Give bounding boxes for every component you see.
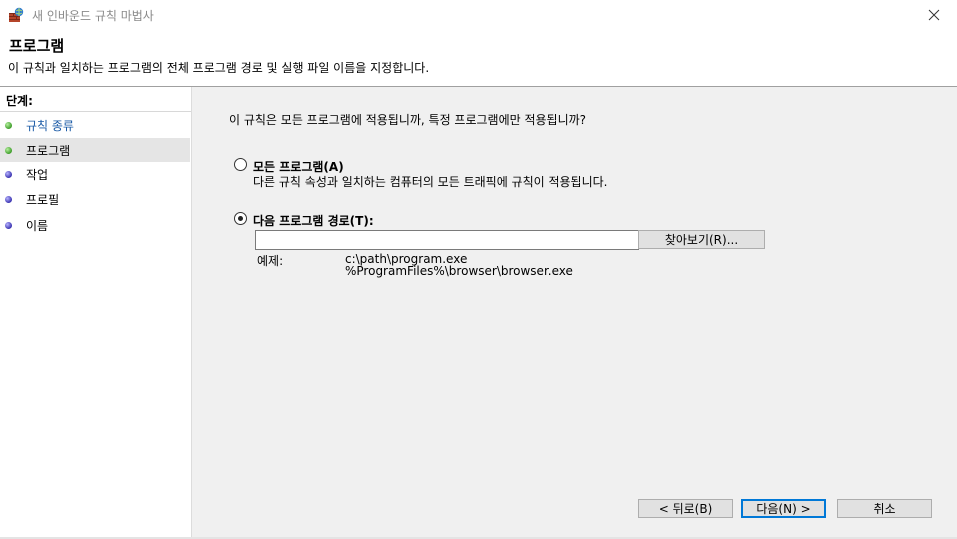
wizard-header: 프로그램 이 규칙과 일치하는 프로그램의 전체 프로그램 경로 및 실행 파일… xyxy=(0,30,957,86)
step-pending-icon xyxy=(5,222,12,229)
step-profile: 프로필 xyxy=(0,187,190,211)
step-pending-icon xyxy=(5,171,12,178)
steps-heading: 단계: xyxy=(6,94,33,108)
close-icon xyxy=(928,9,940,21)
steps-divider xyxy=(0,111,191,112)
next-button[interactable]: 다음(N) > xyxy=(741,499,826,518)
scope-question: 이 규칙은 모든 프로그램에 적용됩니까, 특정 프로그램에만 적용됩니까? xyxy=(229,113,587,127)
close-button[interactable] xyxy=(911,0,957,30)
program-path-label[interactable]: 다음 프로그램 경로(T): xyxy=(253,212,374,229)
page-title: 프로그램 xyxy=(9,37,65,55)
cancel-button[interactable]: 취소 xyxy=(837,499,932,518)
example-label: 예제: xyxy=(257,254,284,268)
step-action: 작업 xyxy=(0,162,190,186)
browse-button[interactable]: 찾아보기(R)... xyxy=(638,230,765,249)
step-complete-icon xyxy=(5,147,12,154)
window-title: 새 인바운드 규칙 마법사 xyxy=(32,9,154,23)
step-label[interactable]: 규칙 종류 xyxy=(26,117,74,134)
all-programs-radio[interactable] xyxy=(234,158,247,171)
steps-panel: 단계: 규칙 종류 프로그램 작업 프로필 이름 xyxy=(0,87,192,539)
step-label: 이름 xyxy=(26,219,49,233)
step-pending-icon xyxy=(5,196,12,203)
page-description: 이 규칙과 일치하는 프로그램의 전체 프로그램 경로 및 실행 파일 이름을 … xyxy=(8,61,430,75)
step-rule-type[interactable]: 규칙 종류 xyxy=(0,113,190,137)
title-bar: 새 인바운드 규칙 마법사 xyxy=(0,0,957,30)
step-complete-icon xyxy=(5,122,12,129)
example-path: %ProgramFiles%\browser\browser.exe xyxy=(345,264,573,278)
main-content: 이 규칙은 모든 프로그램에 적용됩니까, 특정 프로그램에만 적용됩니까? 모… xyxy=(194,87,957,539)
back-button[interactable]: < 뒤로(B) xyxy=(638,499,733,518)
firewall-app-icon xyxy=(8,7,24,23)
step-label: 프로필 xyxy=(26,193,60,207)
step-label: 프로그램 xyxy=(26,144,71,158)
program-path-input[interactable] xyxy=(255,230,639,250)
step-program[interactable]: 프로그램 xyxy=(0,138,190,162)
all-programs-description: 다른 규칙 속성과 일치하는 컴퓨터의 모든 트래픽에 규칙이 적용됩니다. xyxy=(253,175,608,189)
program-path-radio[interactable] xyxy=(234,212,247,225)
step-name: 이름 xyxy=(0,213,190,237)
step-label: 작업 xyxy=(26,168,49,182)
